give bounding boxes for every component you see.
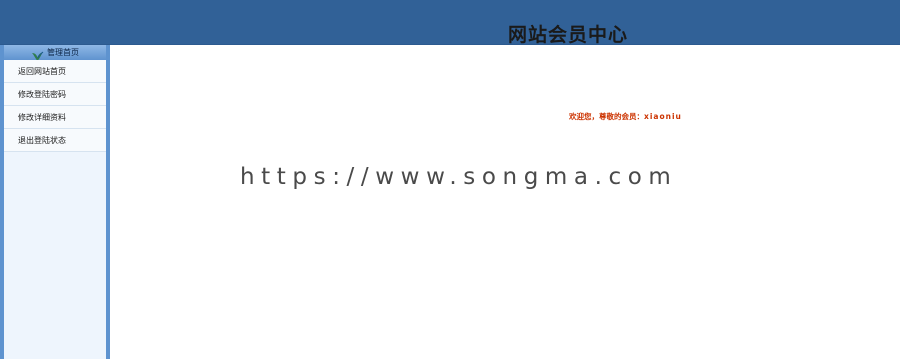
welcome-message: 欢迎您，尊敬的会员：xiaoniu	[569, 111, 682, 122]
page-title: 网站会员中心	[508, 24, 629, 46]
sidebar-item-return-home[interactable]: 返回网站首页	[4, 60, 106, 83]
bird-logo-icon	[31, 47, 44, 61]
sidebar-item-edit-profile[interactable]: 修改详细资料	[4, 106, 106, 129]
sidebar-menu: 返回网站首页 修改登陆密码 修改详细资料 退出登陆状态	[4, 60, 106, 152]
username: xiaoniu	[644, 112, 682, 121]
banner-divider	[0, 44, 900, 45]
welcome-prefix: 欢迎您，尊敬的会员：	[569, 112, 644, 121]
sidebar-item-logout[interactable]: 退出登陆状态	[4, 129, 106, 152]
sidebar-header[interactable]: 管理首页	[4, 45, 106, 61]
sidebar: 管理首页 返回网站首页 修改登陆密码 修改详细资料 退出登陆状态	[0, 45, 110, 359]
watermark-url: https://www.songma.com	[240, 164, 678, 190]
sidebar-header-label: 管理首页	[47, 48, 79, 57]
sidebar-item-change-password[interactable]: 修改登陆密码	[4, 83, 106, 106]
top-banner: 网站会员中心	[0, 0, 900, 46]
